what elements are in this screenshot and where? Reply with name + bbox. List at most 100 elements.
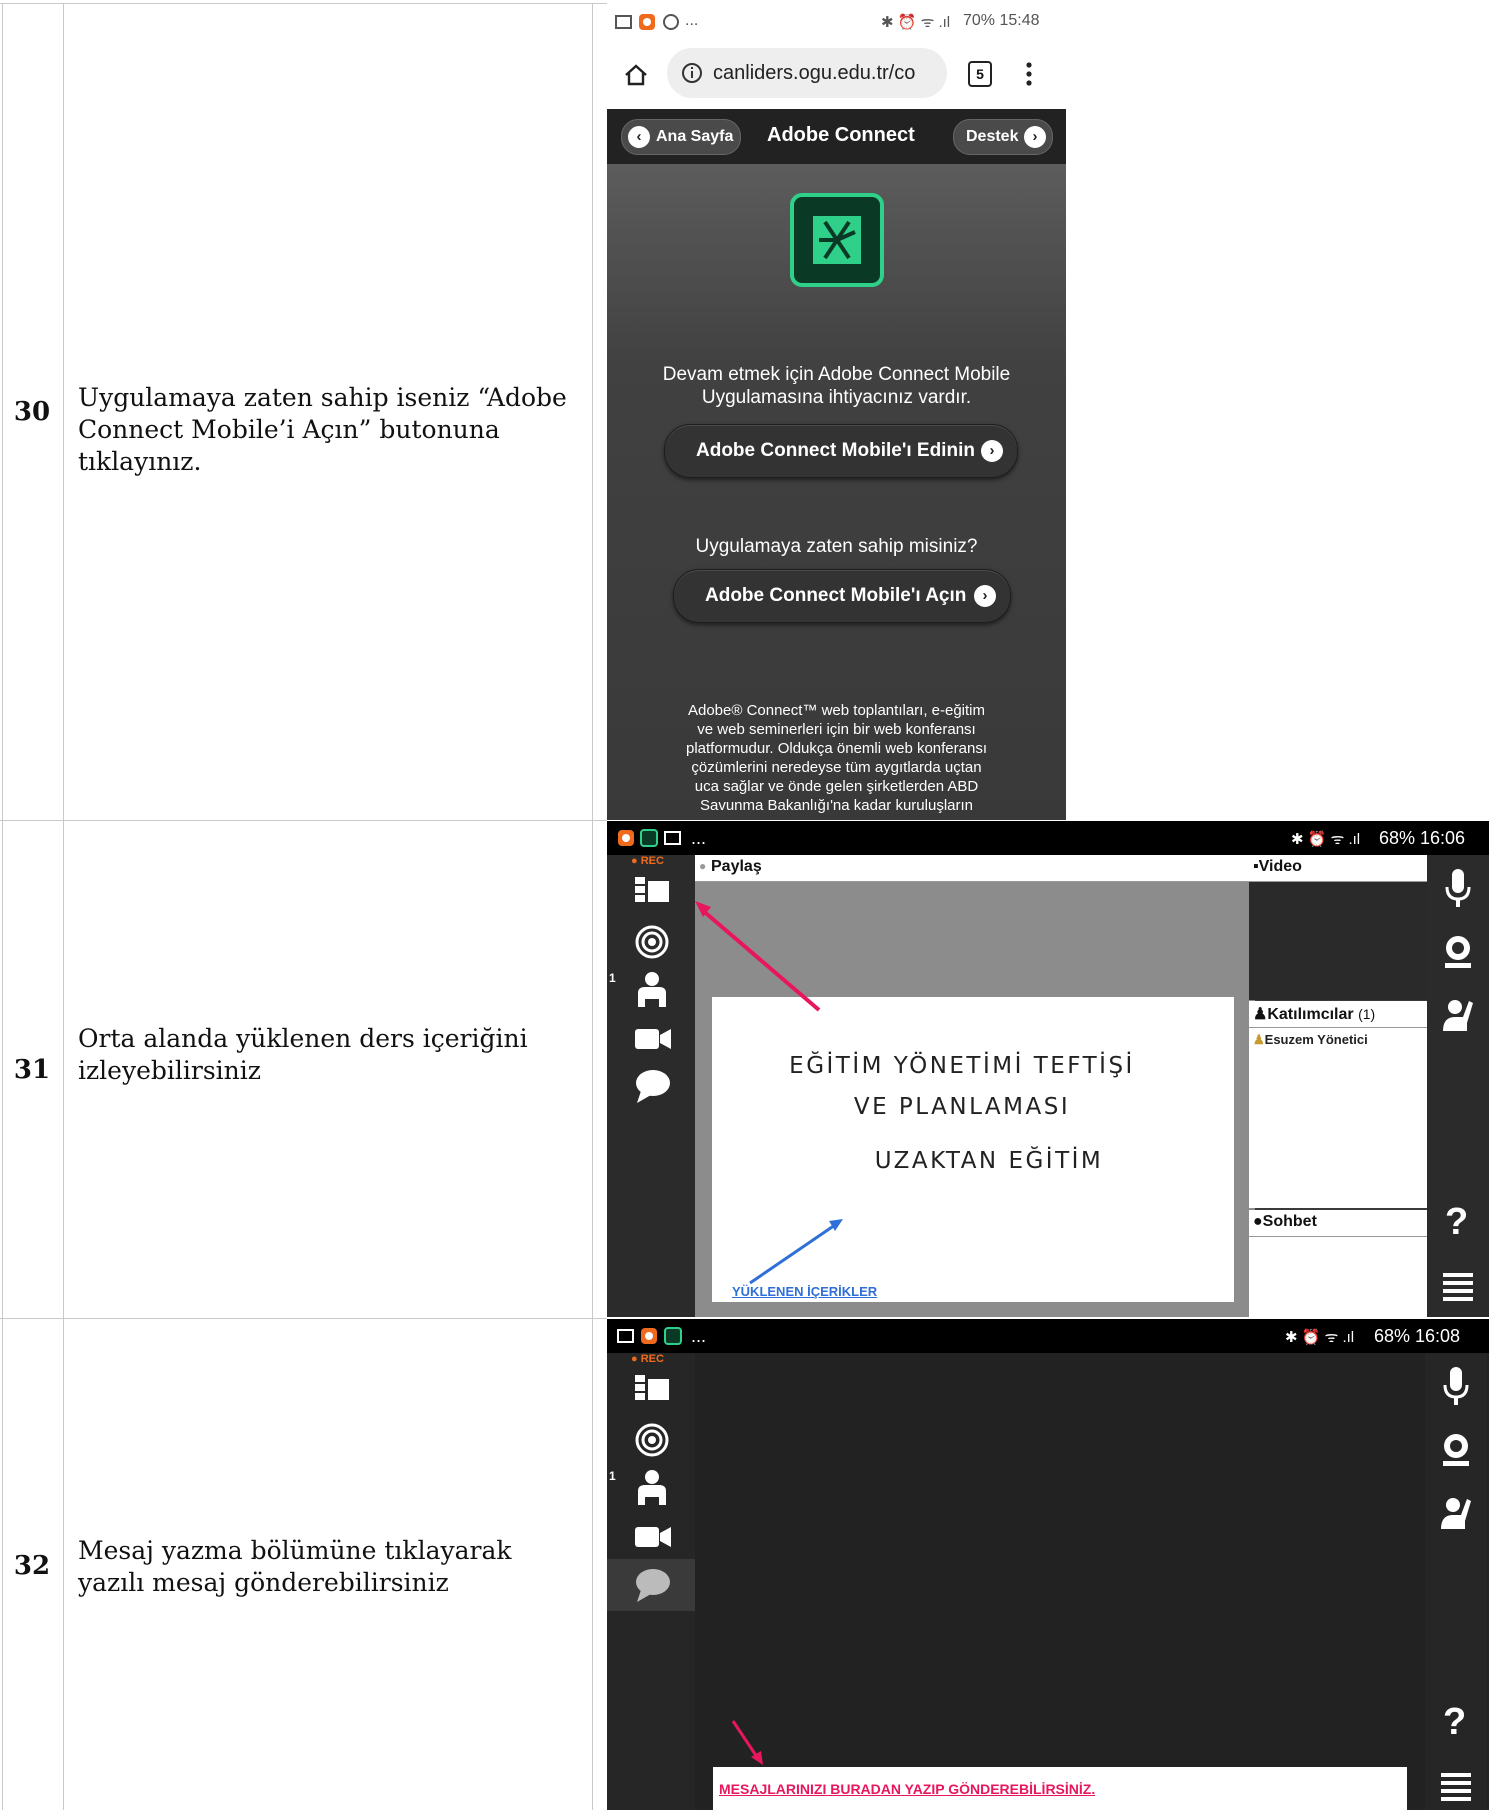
attendee-icon[interactable] [635,1469,669,1505]
status-bar: ... ✱ ⏰ ᯤ .ıl 68% 16:08 [607,1319,1489,1353]
help-icon[interactable]: ? [1445,1201,1468,1244]
home-icon[interactable] [624,63,648,87]
table-border [592,3,593,1810]
video-title-label: Video [1258,858,1302,875]
app-header: ‹ Ana Sayfa Adobe Connect Destek › [607,109,1066,164]
adobe-connect-logo [790,193,884,287]
status-overflow: ... [691,828,707,848]
broadcast-icon[interactable] [635,925,669,959]
url-text: canliders.ogu.edu.tr/co [713,62,916,84]
camera-icon[interactable] [635,1525,671,1549]
annotation-arrows [695,901,843,1285]
step-description: Orta alanda yüklenen ders içeriğini izle… [78,1024,528,1085]
info-icon[interactable] [681,62,703,84]
chevron-right-icon: › [974,585,996,607]
left-toolbar: ● REC 1 [607,855,695,1317]
intro-text: Devam etmek için Adobe Connect Mobile Uy… [607,363,1066,409]
back-home-label: Ana Sayfa [656,128,734,145]
overflow-menu-icon[interactable] [1025,61,1033,87]
footer-line: Savunma Bakanlığı'na kadar kuruluşların [699,797,974,814]
table-border [0,3,607,4]
chat-icon[interactable] [635,1069,671,1103]
notification-icons [615,14,679,30]
step-description: Mesaj yazma bölümüne tıklayarak yazılı m… [78,1536,512,1597]
chat-tab-active[interactable] [607,1559,695,1611]
open-app-button[interactable]: Adobe Connect Mobile'ı Açın › [673,569,1011,623]
step-number: 30 [13,397,51,427]
rec-indicator: ● REC [631,1353,664,1365]
notification-icons [618,829,681,847]
message-input[interactable]: MESAJLARINIZI BURADAN YAZIP GÖNDEREBİLİR… [713,1767,1407,1810]
table-border [0,820,607,821]
chat-main-area: MESAJLARINIZI BURADAN YAZIP GÖNDEREBİLİR… [695,1353,1425,1810]
footer-line: çözümlerini neredeyse tüm aygıtlarda uçt… [691,759,982,776]
bluetooth-alarm-signal-icons: ✱ ⏰ ᯤ .ıl [1285,1329,1355,1346]
right-toolbar: ? [1425,1353,1487,1810]
raise-hand-icon[interactable] [1441,997,1475,1033]
app-title: Adobe Connect [767,124,915,146]
attendees-pod-body: ♟Esuzem Yönetici [1249,1028,1427,1208]
annotation-arrow [731,1720,763,1765]
footer-line: ve web seminerleri için bir web konferan… [697,721,976,738]
table-border [2,3,3,1810]
help-icon[interactable]: ? [1443,1701,1466,1744]
intro-line: Devam etmek için Adobe Connect Mobile [662,364,1011,385]
attendee-badge: 1 [609,1469,616,1483]
open-app-label: Adobe Connect Mobile'ı Açın [705,585,967,606]
chevron-right-icon: › [981,440,1003,462]
chat-pod-body[interactable] [1249,1237,1427,1317]
chat-title-label: Sohbet [1262,1213,1317,1230]
webcam-icon[interactable] [1443,935,1473,969]
footer-line: platformudur. Oldukça önemli web konfera… [686,740,987,757]
app-body: Devam etmek için Adobe Connect Mobile Uy… [607,164,1066,820]
layout-icon[interactable] [635,1375,669,1401]
menu-icon[interactable] [1443,1273,1473,1301]
menu-icon[interactable] [1441,1773,1471,1801]
rec-indicator: ● REC [631,855,664,867]
status-battery-time: 68% 16:08 [1374,1326,1461,1346]
attendees-pod-header: ♟Katılımcılar (1) [1249,1001,1427,1028]
table-border [63,3,64,1810]
tab-count-button[interactable]: 5 [968,61,992,87]
get-app-label: Adobe Connect Mobile'ı Edinin [696,440,975,461]
attendee-row[interactable]: ♟Esuzem Yönetici [1253,1032,1368,1048]
step-number: 31 [13,1055,51,1085]
question-text: Uygulamaya zaten sahip misiniz? [695,536,978,557]
attendee-icon[interactable] [635,971,669,1007]
attendee-name: Esuzem Yönetici [1264,1032,1368,1047]
left-toolbar: ● REC 1 [607,1353,695,1810]
attendees-count: (1) [1358,1006,1376,1022]
bluetooth-alarm-signal-icons: ✱ ⏰ ᯤ .ıl [1291,831,1361,848]
help-button[interactable]: Destek › [953,119,1053,155]
notification-icons [617,1327,682,1345]
chat-icon[interactable] [635,1568,671,1602]
browser-url-bar: canliders.ogu.edu.tr/co 5 [607,39,1066,109]
chevron-right-icon: › [1024,126,1046,148]
video-pod-title: ▪Video [1253,858,1302,875]
footer-line: uca sağlar ve önde gelen şirketlerden AB… [694,778,979,795]
table-border [0,1318,607,1319]
url-field[interactable]: canliders.ogu.edu.tr/co [667,48,947,98]
help-label: Destek [966,128,1019,145]
get-app-button[interactable]: Adobe Connect Mobile'ı Edinin › [664,424,1018,478]
status-bar: ... ✱ ⏰ ᯤ .ıl 70% 15:48 [607,3,1066,39]
chat-pod-header: ●Sohbet [1249,1210,1427,1237]
screenshot-chat-view: ... ✱ ⏰ ᯤ .ıl 68% 16:08 ● REC 1 MESAJLAR… [607,1319,1489,1810]
broadcast-icon[interactable] [635,1423,669,1457]
layout-icon[interactable] [635,877,669,903]
microphone-icon[interactable] [1443,1367,1469,1407]
attendees-title: ♟Katılımcılar (1) [1253,1006,1376,1023]
video-pod-header: ▪Video [1249,855,1427,882]
webcam-icon[interactable] [1441,1433,1471,1467]
attendee-badge: 1 [609,971,616,985]
message-annotation: MESAJLARINIZI BURADAN YAZIP GÖNDEREBİLİR… [719,1781,1096,1797]
microphone-icon[interactable] [1445,869,1471,909]
back-home-button[interactable]: ‹ Ana Sayfa [621,119,741,155]
raise-hand-icon[interactable] [1439,1495,1473,1531]
camera-icon[interactable] [635,1027,671,1051]
footer-description: Adobe® Connect™ web toplantıları, e-eğit… [607,701,1066,815]
status-battery-time: 68% 16:06 [1379,828,1466,848]
share-pod: ● Paylaş EĞİTİM YÖNETİMİ TEFTİŞİ VE PLAN… [695,855,1255,1317]
intro-line: Uygulamasına ihtiyacınız vardır. [701,387,972,408]
step-description: Uygulamaya zaten sahip iseniz “Adobe Con… [78,383,567,476]
